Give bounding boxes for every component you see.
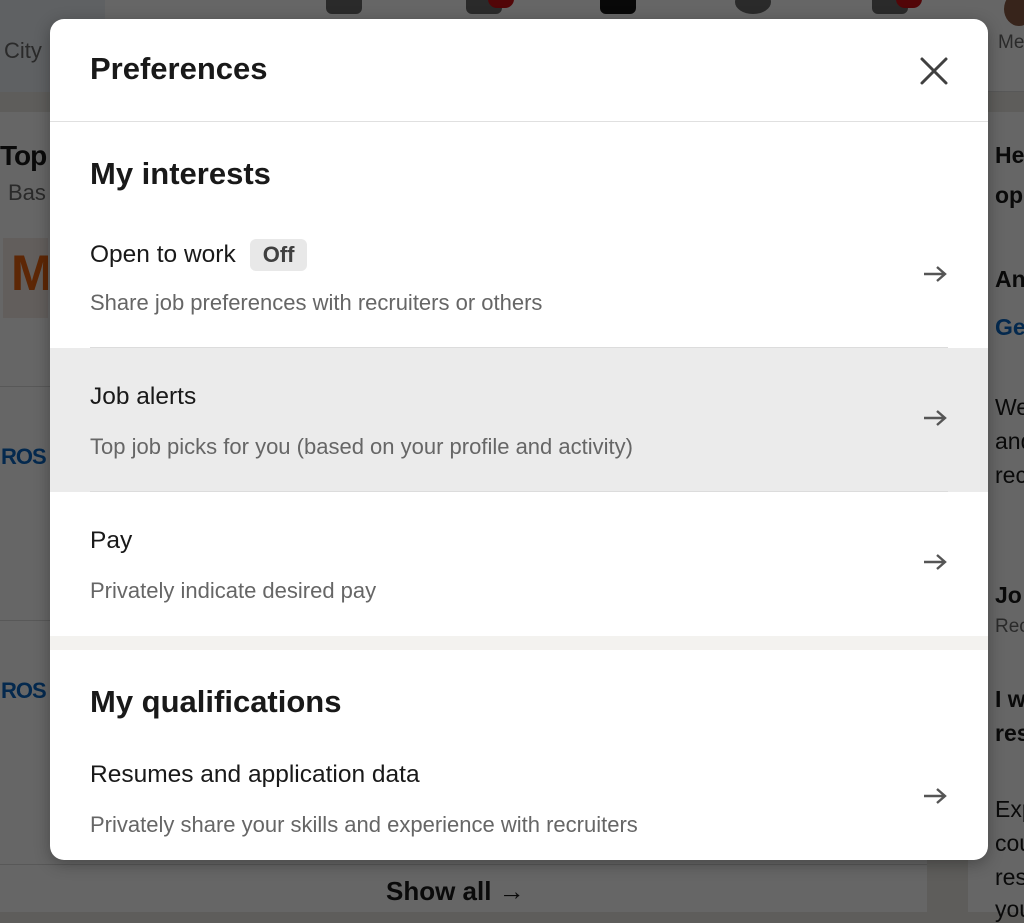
row-title: Open to work xyxy=(90,241,236,268)
row-description: Privately share your skills and experien… xyxy=(90,812,638,837)
status-badge: Off xyxy=(249,239,308,271)
company-logo: ROS xyxy=(1,444,47,469)
rail-text: An xyxy=(995,266,1024,292)
home-icon[interactable] xyxy=(326,0,362,14)
dialog-header: Preferences xyxy=(50,19,988,122)
jobs-icon[interactable] xyxy=(600,0,636,14)
arrow-right-icon xyxy=(924,266,947,282)
row-resumes[interactable]: Resumes and application data Privately s… xyxy=(50,726,988,860)
arrow-right-icon xyxy=(924,788,947,804)
me-label[interactable]: Me xyxy=(998,32,1024,54)
rail-text: Jo xyxy=(995,582,1022,608)
notification-badge xyxy=(488,0,514,8)
rail-text: We xyxy=(995,394,1024,420)
rail-text: you xyxy=(995,896,1024,922)
rail-text: Rec xyxy=(995,616,1024,637)
messaging-icon[interactable] xyxy=(735,0,771,14)
rail-text: rec xyxy=(995,462,1024,488)
rail-link[interactable]: Ge xyxy=(995,314,1024,341)
show-all-button[interactable]: Show all → xyxy=(386,876,525,907)
section-title-my-interests: My interests xyxy=(90,156,271,191)
row-pay[interactable]: Pay Privately indicate desired pay xyxy=(50,492,988,636)
dialog-title: Preferences xyxy=(90,51,268,86)
divider xyxy=(0,864,927,865)
rail-text: Exp xyxy=(995,796,1024,822)
company-logo: M xyxy=(3,238,48,318)
rail-text: and xyxy=(995,428,1024,454)
close-icon[interactable] xyxy=(918,55,950,87)
rail-text: res xyxy=(995,720,1024,746)
section-title-my-qualifications: My qualifications xyxy=(90,684,342,719)
section-divider xyxy=(50,636,988,650)
preferences-dialog: Preferences My interests Open to work Off… xyxy=(50,19,988,860)
arrow-right-icon xyxy=(924,554,947,570)
company-logo: ROS xyxy=(1,678,47,703)
row-title: Resumes and application data xyxy=(90,761,420,788)
card-subtitle: Bas xyxy=(8,180,46,205)
arrow-right-icon xyxy=(924,410,947,426)
row-open-to-work[interactable]: Open to work Off Share job preferences wi… xyxy=(50,204,988,348)
row-title: Job alerts xyxy=(90,383,197,410)
notification-badge xyxy=(896,0,922,8)
row-job-alerts[interactable]: Job alerts Top job picks for you (based … xyxy=(50,348,988,492)
row-title: Pay xyxy=(90,527,133,554)
avatar[interactable] xyxy=(1004,0,1024,26)
rail-text: op xyxy=(995,182,1024,208)
rail-text: He xyxy=(995,142,1024,168)
card-title: Top xyxy=(0,140,47,171)
row-description: Privately indicate desired pay xyxy=(90,578,377,603)
rail-text: cou xyxy=(995,830,1024,856)
rail-text: I w xyxy=(995,686,1024,712)
row-description: Top job picks for you (based on your pro… xyxy=(90,434,633,459)
row-description: Share job preferences with recruiters or… xyxy=(90,290,543,315)
rail-text: res xyxy=(995,864,1024,890)
